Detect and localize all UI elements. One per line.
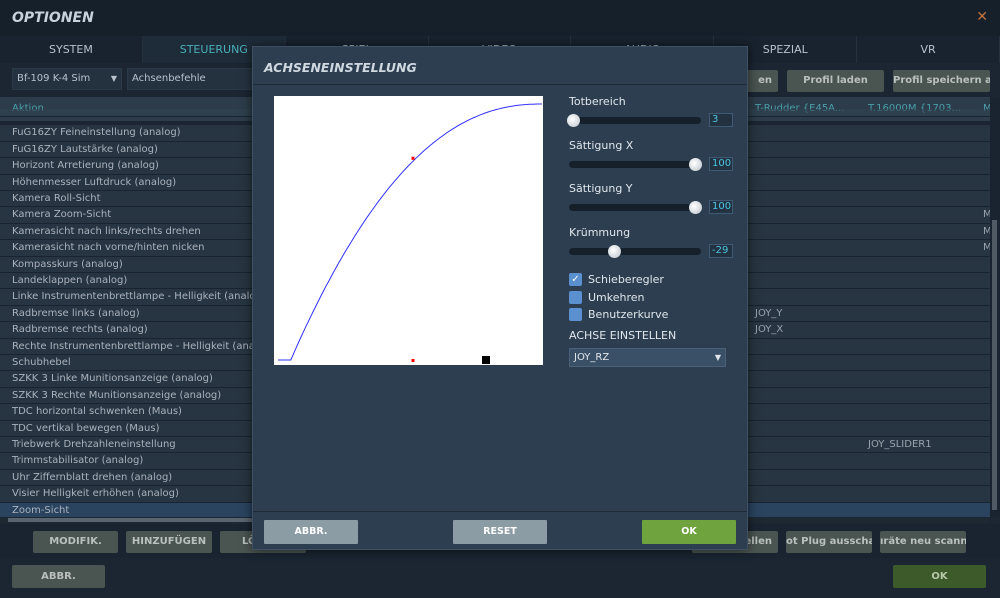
axis-position-indicator [482,356,490,364]
param-value-input[interactable]: 100 [709,156,733,171]
dialog-reset-button[interactable]: RESET [453,520,547,544]
chevron-down-icon: ▼ [714,353,721,362]
cancel-button[interactable]: ABBR. [12,565,105,588]
action-label: Kamerasicht nach links/rechts drehen [12,225,201,237]
slider-knob[interactable] [566,114,580,127]
vertical-scroll-thumb[interactable] [992,220,997,510]
axis-select[interactable]: JOY_RZ ▼ [569,348,726,367]
save-profile-as-button[interactable]: Profil speichern als [893,70,990,92]
param-label: Sättigung Y [569,182,633,195]
action-label: Kompasskurs (analog) [12,258,123,270]
action-label: Landeklappen (analog) [12,275,128,286]
dialog-cancel-button[interactable]: ABBR. [264,520,358,544]
action-label: Uhr Ziffernblatt drehen (analog) [12,471,173,483]
binding-cell: JOY_SLIDER1 [868,439,932,450]
curve-svg [278,103,542,364]
action-label: Kamerasicht nach vorne/hinten nicken [12,242,205,254]
divider [253,84,747,85]
chevron-down-icon: ▼ [110,74,117,83]
param-label: Krümmung [569,225,631,239]
binding-cell: JOY_Y [755,307,783,319]
dialog-ok-button[interactable]: OK [642,520,736,544]
param-slider[interactable] [569,244,701,258]
action-label: Schubhebel [12,357,71,368]
aircraft-value: Bf-109 K-4 Sim [17,73,91,84]
action-label: Radbremse links (analog) [12,307,140,319]
axis-set-label: ACHSE EINSTELLEN [569,329,677,342]
tab-system[interactable]: SYSTEM [0,36,143,63]
action-label: SZKK 3 Linke Munitionsanzeige (analog) [12,373,213,385]
param-slider[interactable] [569,201,702,214]
action-label: Horizont Arretierung (analog) [12,160,159,172]
axis-settings-dialog: ACHSENEINSTELLUNG Totbereich 3 Sättigung X… [252,46,748,550]
param-label: Totbereich [569,95,626,108]
slider-knob[interactable] [689,201,702,214]
curve-marker [411,156,415,160]
action-label: SZKK 3 Rechte Munitionsanzeige (analog) [12,389,222,401]
action-label: Kamera Zoom-Sicht [12,209,112,221]
param-2: Sättigung Y 100 [551,182,741,222]
ok-button[interactable]: OK [893,565,986,588]
action-label: Trimmstabilisator (analog) [12,455,144,467]
checkbox-group: ✓ Schieberegler Umkehren Benutzerkurve [569,273,739,327]
param-slider[interactable] [569,157,702,171]
slider-knob[interactable] [607,244,621,258]
close-icon[interactable]: ✕ [976,9,988,25]
checkbox-box[interactable] [569,308,582,321]
param-value-input[interactable]: 100 [709,200,733,214]
load-profile-button[interactable]: Profil laden [787,70,884,92]
rescan-devices-button[interactable]: ıräte neu scanne [880,531,966,553]
binding-cell: JOY_X [755,324,784,336]
action-label: FuG16ZY Feineinstellung (analog) [12,127,181,139]
action-label: Höhenmesser Luftdruck (analog) [12,176,177,188]
response-curve [278,103,542,361]
input-marker [411,359,415,362]
checkbox-box[interactable] [569,290,582,304]
checkbox-label: Benutzerkurve [588,308,669,321]
param-label: Sättigung X [569,138,634,152]
param-slider[interactable] [566,114,701,127]
action-label: Zoom-Sicht [12,504,70,516]
axis-value: JOY_RZ [574,352,610,363]
action-label: FuG16ZY Lautstärke (analog) [12,143,158,155]
category-value: Achsenbefehle [132,73,206,84]
action-label: TDC vertikal bewegen (Maus) [12,422,160,434]
checkbox-umkehren[interactable]: Umkehren [569,290,739,306]
aircraft-select[interactable]: Bf-109 K-4 Sim ▼ [12,68,122,90]
checkbox-label: Schieberegler [588,273,664,286]
checkmark-icon[interactable]: ✓ [569,273,582,286]
response-curve-chart [274,96,543,365]
add-button[interactable]: HINZUFÜGEN [126,531,212,553]
tab-vr[interactable]: VR [857,36,1000,63]
dialog-title: ACHSENEINSTELLUNG [264,60,417,75]
action-label: Linke Instrumentenbrettlampe - Helligkei… [12,291,266,303]
action-label: Rechte Instrumentenbrettlampe - Helligke… [12,340,275,352]
param-value-input[interactable]: -29 [709,243,733,258]
action-label: Triebwerk Drehzahleneinstellung [12,439,176,450]
action-label: Kamera Roll-Sicht [12,193,101,204]
divider [253,511,747,512]
param-0: Totbereich 3 [551,95,741,135]
parameter-panel: Totbereich 3 Sättigung X 100 Sättigung Y 100 K… [551,95,741,275]
window-title: OPTIONEN [12,10,94,26]
action-label: TDC horizontal schwenken (Maus) [12,406,182,418]
slider-knob[interactable] [689,157,702,171]
param-value-input[interactable]: 3 [709,113,733,127]
hotplug-button[interactable]: ot Plug ausschalte [786,531,872,553]
checkbox-schieberegler[interactable]: ✓ Schieberegler [569,273,739,288]
action-label: Visier Helligkeit erhöhen (analog) [12,488,179,500]
param-1: Sättigung X 100 [551,139,741,179]
modifier-button[interactable]: MODIFIK. [33,531,118,553]
category-select[interactable]: Achsenbefehle [127,68,267,90]
checkbox-benutzerkurve[interactable]: Benutzerkurve [569,308,739,323]
checkbox-label: Umkehren [588,290,645,304]
param-3: Krümmung -29 [551,226,741,266]
title-bar [0,0,1000,36]
action-label: Radbremse rechts (analog) [12,324,148,336]
